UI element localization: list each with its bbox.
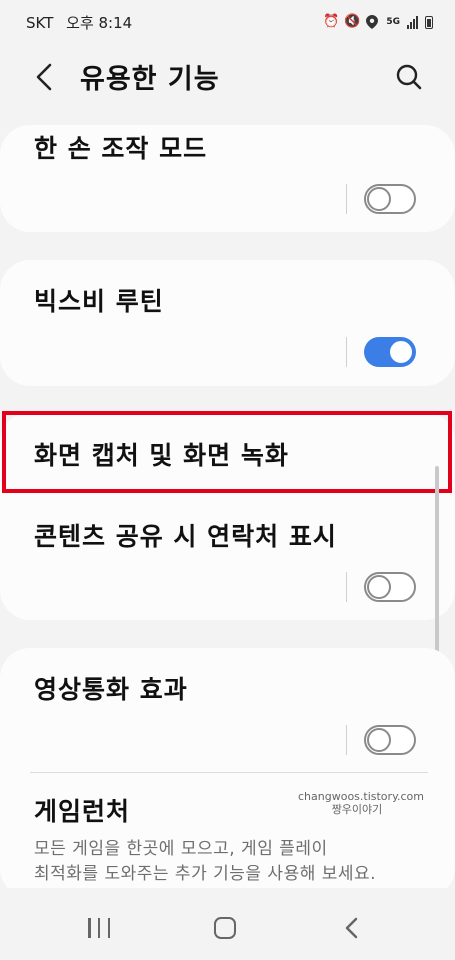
network-type-label: 5G bbox=[386, 17, 400, 27]
status-bar: SKT 오후 8:14 ⏰ 🔇 5G bbox=[0, 0, 455, 44]
vibrate-mute-icon: 🔇 bbox=[344, 14, 361, 29]
video-call-effects-label[interactable]: 영상통화 효과 bbox=[34, 670, 188, 706]
one-handed-toggle[interactable] bbox=[364, 184, 416, 214]
show-contacts-sharing-label[interactable]: 콘텐츠 공유 시 연락처 표시 bbox=[34, 517, 337, 553]
toggle-knob bbox=[388, 339, 414, 365]
carrier-label: SKT bbox=[26, 13, 54, 32]
setting-label: 한 손 조작 모드 bbox=[34, 134, 208, 163]
home-button[interactable] bbox=[214, 917, 236, 939]
divider bbox=[346, 337, 347, 367]
alarm-icon: ⏰ bbox=[323, 14, 340, 29]
video-call-effects-toggle[interactable] bbox=[364, 725, 416, 755]
settings-card-bixby-routines[interactable]: 빅스비 루틴 bbox=[0, 260, 455, 386]
search-button[interactable] bbox=[394, 62, 424, 92]
nav-back-button[interactable] bbox=[343, 917, 361, 939]
location-icon bbox=[365, 15, 379, 29]
search-icon bbox=[396, 64, 422, 90]
divider bbox=[346, 725, 347, 755]
settings-card-one-handed[interactable]: 한 손 조작 모드 bbox=[0, 125, 455, 232]
setting-label: 빅스비 루틴 bbox=[34, 287, 164, 316]
watermark-name: 짱우이야기 bbox=[331, 803, 383, 816]
highlight-box bbox=[2, 411, 452, 493]
navigation-bar bbox=[0, 888, 455, 960]
game-launcher-label[interactable]: 게임런처 bbox=[34, 792, 130, 828]
watermark-url: changwoos.tistory.com bbox=[298, 790, 424, 803]
page-title: 유용한 기능 bbox=[80, 64, 220, 95]
chevron-left-icon bbox=[36, 63, 52, 91]
bixby-routines-toggle[interactable] bbox=[364, 337, 416, 367]
divider bbox=[346, 184, 347, 214]
settings-card-video-game: 영상통화 효과 게임런처 모든 게임을 한곳에 모으고, 게임 플레이 최적화를… bbox=[0, 648, 455, 898]
divider bbox=[346, 572, 347, 602]
toggle-knob bbox=[367, 728, 391, 752]
toggle-knob bbox=[367, 187, 391, 211]
list-divider bbox=[30, 772, 428, 773]
game-launcher-description-2: 최적화를 도와주는 추가 기능을 사용해 보세요. bbox=[34, 864, 377, 884]
watermark: changwoos.tistory.com 짱우이야기 bbox=[298, 790, 424, 816]
chevron-left-icon bbox=[345, 917, 358, 939]
toggle-knob bbox=[367, 575, 391, 599]
clock: 오후 8:14 bbox=[66, 13, 133, 32]
show-contacts-sharing-toggle[interactable] bbox=[364, 572, 416, 602]
recent-apps-button[interactable] bbox=[88, 918, 110, 938]
game-launcher-description-1: 모든 게임을 한곳에 모으고, 게임 플레이 bbox=[34, 839, 328, 859]
battery-icon bbox=[425, 15, 433, 29]
app-bar: 유용한 기능 bbox=[0, 44, 455, 110]
back-button[interactable] bbox=[30, 61, 60, 93]
signal-icon bbox=[407, 15, 418, 29]
